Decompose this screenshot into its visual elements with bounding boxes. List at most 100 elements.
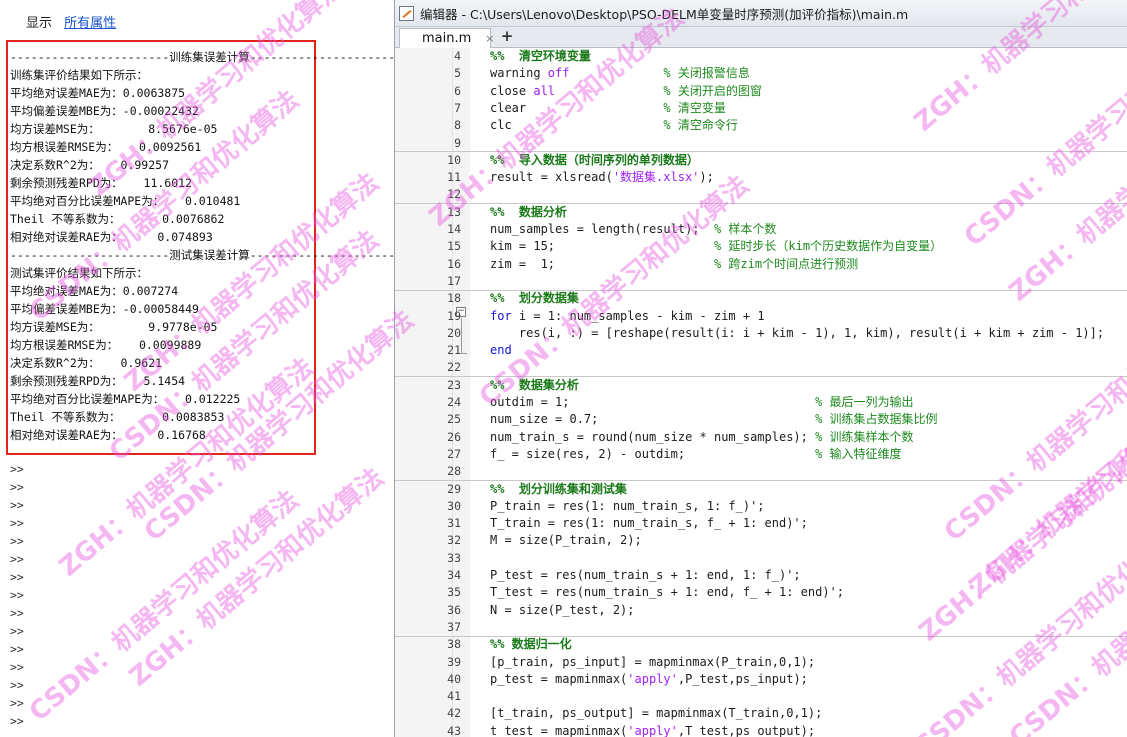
line-number: 10 — [447, 152, 461, 167]
code-line[interactable]: 14 num_samples = length(result); % 样本个数 — [395, 221, 1127, 238]
code-line[interactable]: 6 close all % 关闭开启的图窗 — [395, 83, 1127, 100]
line-number: 19 — [447, 308, 461, 323]
code-line[interactable]: 8 clc % 清空命令行 — [395, 117, 1127, 134]
code-line[interactable]: 22 — [395, 359, 1127, 376]
code-line[interactable]: 39 [p_train, ps_input] = mapminmax(P_trai… — [395, 654, 1127, 671]
command-prompts[interactable]: >> >> >> >> >> >> >> >> >> >> >> >> >> >> >> — [10, 460, 24, 730]
code-text: kim = 15; % 延时步长（kim个历史数据作为自变量） — [490, 239, 943, 254]
code-text: end — [490, 343, 512, 358]
code-line[interactable]: 26 num_train_s = round(num_size * num_sam… — [395, 429, 1127, 446]
code-line[interactable]: 16 zim = 1; % 跨zim个时间点进行预测 — [395, 256, 1127, 273]
code-line[interactable]: 10 %% 导入数据（时间序列的单列数据） — [395, 152, 1127, 169]
line-number: 32 — [447, 533, 461, 548]
code-line[interactable]: 12 — [395, 186, 1127, 203]
line-number: 16 — [447, 256, 461, 271]
code-line[interactable]: 11 result = xlsread('数据集.xlsx'); — [395, 169, 1127, 186]
code-line[interactable]: 9 — [395, 135, 1127, 152]
code-line[interactable]: 19 for i = 1: num_samples - kim - zim + 1 — [395, 308, 1127, 325]
editor-title: 编辑器 - C:\Users\Lenovo\Desktop\PSO-DELM单变… — [420, 6, 909, 22]
line-number: 11 — [447, 170, 461, 185]
command-prompt[interactable]: >> — [10, 532, 24, 550]
command-prompt[interactable]: >> — [10, 586, 24, 604]
code-line[interactable]: 28 — [395, 463, 1127, 480]
command-prompt[interactable]: >> — [10, 496, 24, 514]
tab-label: main.m — [422, 31, 472, 46]
code-text: P_test = res(num_train_s + 1: end, 1: f_… — [490, 568, 801, 582]
output-line: 均方根误差RMSE为： 0.0092561 — [10, 140, 202, 154]
tab-main-m[interactable]: main.m × — [399, 28, 495, 48]
code-text: [p_train, ps_input] = mapminmax(P_train,… — [490, 654, 816, 669]
command-prompt[interactable]: >> — [10, 712, 24, 730]
code-line[interactable]: 41 — [395, 688, 1127, 705]
code-line[interactable]: 7 clear % 清空变量 — [395, 100, 1127, 117]
code-line[interactable]: 43 t_test = mapminmax('apply',T_test,ps_o… — [395, 723, 1127, 737]
line-number: 29 — [447, 481, 461, 496]
code-line[interactable]: 20 res(i, :) = [reshape(result(i: i + ki… — [395, 325, 1127, 342]
line-number: 4 — [454, 49, 461, 63]
code-line[interactable]: 30 P_train = res(1: num_train_s, 1: f_)'; — [395, 498, 1127, 515]
add-tab-button[interactable]: + — [499, 29, 515, 45]
command-prompt[interactable]: >> — [10, 694, 24, 712]
command-prompt[interactable]: >> — [10, 640, 24, 658]
code-text: %% 清空环境变量 — [490, 49, 591, 63]
line-number: 42 — [447, 706, 461, 721]
code-line[interactable]: 27 f_ = size(res, 2) - outdim; % 输入特征维度 — [395, 446, 1127, 463]
code-line[interactable]: 23 %% 数据集分析 — [395, 377, 1127, 394]
code-line[interactable]: 4 %% 清空环境变量 — [395, 48, 1127, 65]
command-prompt[interactable]: >> — [10, 550, 24, 568]
code-text: %% 导入数据（时间序列的单列数据） — [490, 152, 699, 167]
code-line[interactable]: 34 P_test = res(num_train_s + 1: end, 1: … — [395, 567, 1127, 584]
command-prompt[interactable]: >> — [10, 478, 24, 496]
command-prompt[interactable]: >> — [10, 514, 24, 532]
line-number: 28 — [447, 464, 461, 479]
line-number: 15 — [447, 239, 461, 254]
code-line[interactable]: 21 end — [395, 342, 1127, 359]
code-editor[interactable]: − 4%% 清空环境变量 5 warning off % 关闭报警信息 6 close … — [395, 48, 1127, 737]
command-prompt[interactable]: >> — [10, 676, 24, 694]
code-line[interactable]: 35 T_test = res(num_train_s + 1: end, f_ … — [395, 584, 1127, 601]
code-line[interactable]: 5 warning off % 关闭报警信息 — [395, 65, 1127, 82]
code-line[interactable]: 18 %% 划分数据集 — [395, 290, 1127, 307]
all-properties-link[interactable]: 所有属性 — [64, 16, 116, 31]
editor-icon — [399, 5, 414, 21]
command-prompt[interactable]: >> — [10, 568, 24, 586]
command-prompt[interactable]: >> — [10, 622, 24, 640]
output-line: 相对绝对误差RAE为： 0.16768 — [10, 428, 206, 442]
code-text: outdim = 1; % 最后一列为输出 — [490, 395, 914, 409]
command-window[interactable]: 显示 所有属性 -----------------------训练集误差计算--… — [0, 0, 394, 737]
close-icon[interactable]: × — [485, 32, 494, 45]
line-number: 22 — [447, 360, 461, 375]
show-label: 显示 — [26, 16, 53, 31]
code-text: warning off % 关闭报警信息 — [490, 66, 750, 81]
output-line: 平均偏差误差MBE为：-0.00058449 — [10, 302, 199, 316]
code-line[interactable]: 25 num_size = 0.7; % 训练集占数据集比例 — [395, 411, 1127, 428]
output-line: 平均绝对百分比误差MAPE为： 0.012225 — [10, 392, 241, 406]
code-line[interactable]: 38 %% 数据归一化 — [395, 636, 1127, 653]
output-line: 均方误差MSE为： 9.9778e-05 — [10, 320, 218, 334]
code-line[interactable]: 15 kim = 15; % 延时步长（kim个历史数据作为自变量） — [395, 238, 1127, 255]
code-line[interactable]: 37 — [395, 619, 1127, 636]
code-line[interactable]: 13 %% 数据分析 — [395, 204, 1127, 221]
code-line[interactable]: 24 outdim = 1; % 最后一列为输出 — [395, 394, 1127, 411]
code-text: num_train_s = round(num_size * num_sampl… — [490, 429, 914, 444]
code-line[interactable]: 32 M = size(P_train, 2); — [395, 532, 1127, 549]
code-text: result = xlsread('数据集.xlsx'); — [490, 170, 714, 185]
line-number: 17 — [447, 273, 461, 288]
code-line[interactable]: 29 %% 划分训练集和测试集 — [395, 481, 1127, 498]
code-line[interactable]: 40 p_test = mapminmax('apply',P_test,ps_i… — [395, 671, 1127, 688]
code-text: t_test = mapminmax('apply',T_test,ps_out… — [490, 723, 816, 737]
code-line[interactable]: 42 [t_train, ps_output] = mapminmax(T_tra… — [395, 705, 1127, 722]
code-text: N = size(P_test, 2); — [490, 602, 635, 617]
code-line[interactable]: 33 — [395, 550, 1127, 567]
line-number: 39 — [447, 654, 461, 669]
line-number: 34 — [447, 568, 461, 582]
command-prompt[interactable]: >> — [10, 460, 24, 478]
editor-window[interactable]: 编辑器 - C:\Users\Lenovo\Desktop\PSO-DELM单变… — [394, 0, 1127, 737]
code-line[interactable]: 17 — [395, 273, 1127, 290]
code-line[interactable]: 31 T_train = res(1: num_train_s, f_ + 1: … — [395, 515, 1127, 532]
code-line[interactable]: 36 N = size(P_test, 2); — [395, 602, 1127, 619]
command-prompt[interactable]: >> — [10, 604, 24, 622]
command-prompt[interactable]: >> — [10, 658, 24, 676]
code-text: [t_train, ps_output] = mapminmax(T_train… — [490, 706, 823, 721]
output-line: 平均绝对百分比误差MAPE为： 0.010481 — [10, 194, 241, 208]
